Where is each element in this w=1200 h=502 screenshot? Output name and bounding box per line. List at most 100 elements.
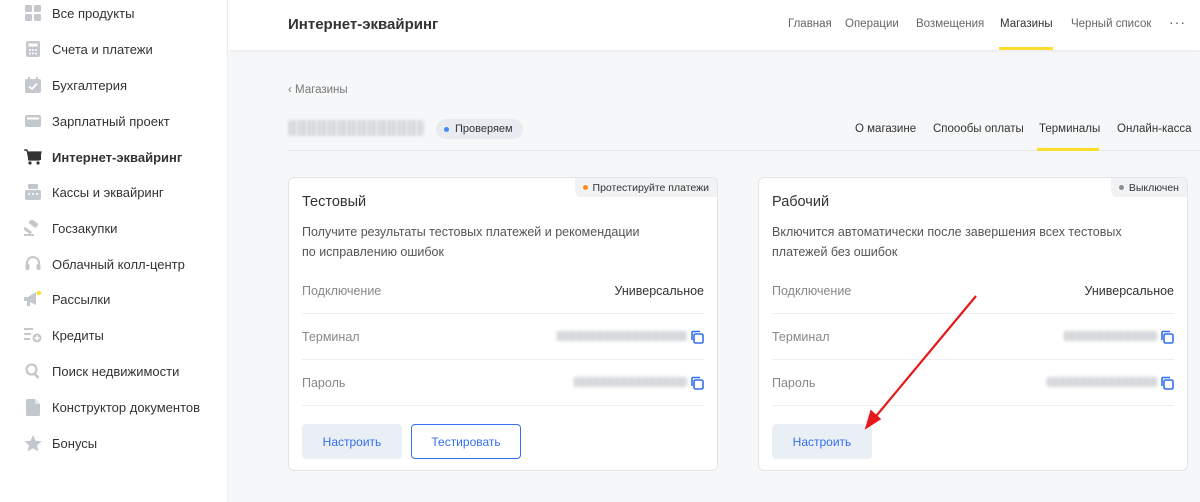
sidebar-item-mailings[interactable]: Рассылки xyxy=(0,281,228,317)
star-icon xyxy=(24,434,42,452)
card-description-line: по исправлению ошибок xyxy=(302,245,444,259)
terminal-value-redacted xyxy=(557,331,687,341)
sidebar-item-credits[interactable]: Кредиты xyxy=(0,317,228,353)
cart-icon xyxy=(24,148,42,166)
copy-icon[interactable] xyxy=(1160,376,1174,390)
card-description-line: Получите результаты тестовых платежей и … xyxy=(302,225,640,239)
sidebar-item-all-products[interactable]: Все продукты xyxy=(0,0,228,31)
card-title: Тестовый xyxy=(302,194,367,210)
nav-tab-refunds[interactable]: Возмещения xyxy=(916,18,984,30)
page-title: Интернет-эквайринг xyxy=(288,16,439,33)
connection-label: Подключение xyxy=(302,284,382,298)
status-dot-icon xyxy=(582,185,588,190)
configure-button[interactable]: Настроить xyxy=(302,424,402,459)
more-menu-icon[interactable]: ··· xyxy=(1169,14,1186,30)
card-status-label: Выключен xyxy=(1128,181,1179,194)
card-status-label: Протестируйте платежи xyxy=(592,181,709,194)
password-value-redacted xyxy=(574,377,687,387)
sidebar-item-label: Бонусы xyxy=(52,435,98,451)
breadcrumb-back-to-shops[interactable]: ‹ Магазины xyxy=(288,84,348,96)
sidebar-item-label: Облачный колл-центр xyxy=(52,256,185,272)
search-icon xyxy=(24,362,42,380)
nav-tab-home[interactable]: Главная xyxy=(788,18,832,30)
sidebar-item-label: Бухгалтерия xyxy=(52,77,128,93)
credit-list-icon xyxy=(24,326,42,344)
terminal-card-test: Протестируйте платежи Тестовый Получите … xyxy=(288,177,718,471)
sidebar-item-label: Зарплатный проект xyxy=(52,113,170,129)
copy-icon[interactable] xyxy=(1160,330,1174,344)
password-label: Пароль xyxy=(302,376,346,390)
card-description: Получите результаты тестовых платежей и … xyxy=(302,222,662,262)
connection-value: Универсальное xyxy=(614,284,704,298)
calendar-check-icon xyxy=(24,76,42,94)
sidebar-item-salary[interactable]: Зарплатный проект xyxy=(0,103,228,139)
terminal-card-production: Выключен Рабочий Включится автоматически… xyxy=(758,177,1188,471)
sidebar-item-label: Кассы и эквайринг xyxy=(52,184,164,200)
sidebar-item-internet-acquiring[interactable]: Интернет-эквайринг xyxy=(0,139,228,175)
terminal-row: Терминал xyxy=(302,314,704,360)
cash-register-icon xyxy=(24,183,42,201)
card-description-line: платежей без ошибок xyxy=(772,245,898,259)
subtab-terminals[interactable]: Терминалы xyxy=(1039,123,1100,135)
active-subtab-indicator xyxy=(1037,148,1099,151)
status-dot-icon xyxy=(444,126,449,132)
password-row: Пароль xyxy=(772,360,1174,406)
sidebar-item-public-procurement[interactable]: Госзакупки xyxy=(0,210,228,246)
sidebar-item-invoices[interactable]: Счета и платежи xyxy=(0,31,228,67)
sidebar-item-real-estate-search[interactable]: Поиск недвижимости xyxy=(0,353,228,389)
card-description: Включится автоматически после завершения… xyxy=(772,222,1132,262)
password-row: Пароль xyxy=(302,360,704,406)
password-label: Пароль xyxy=(772,376,816,390)
sidebar-item-label: Поиск недвижимости xyxy=(52,363,180,379)
sidebar-item-bonuses[interactable]: Бонусы xyxy=(0,425,228,461)
grid-icon xyxy=(24,4,42,22)
sidebar-item-label: Интернет-эквайринг xyxy=(52,149,183,165)
configure-button[interactable]: Настроить xyxy=(772,424,872,459)
shop-name-redacted xyxy=(288,120,424,136)
sidebar-item-label: Все продукты xyxy=(52,5,135,21)
gavel-icon xyxy=(24,219,42,237)
sidebar-item-accounting[interactable]: Бухгалтерия xyxy=(0,67,228,103)
sidebar-item-label: Госзакупки xyxy=(52,220,118,236)
nav-tab-blacklist[interactable]: Черный список xyxy=(1071,18,1151,30)
megaphone-icon xyxy=(24,290,42,308)
sidebar-item-cash-registers[interactable]: Кассы и эквайринг xyxy=(0,174,228,210)
card-status-badge: Выключен xyxy=(1110,178,1187,197)
sidebar-item-label: Счета и платежи xyxy=(52,41,153,57)
document-icon xyxy=(24,398,42,416)
sidebar-item-label: Кредиты xyxy=(52,327,104,343)
copy-icon[interactable] xyxy=(690,330,704,344)
status-dot-icon xyxy=(1118,185,1124,190)
active-tab-indicator xyxy=(999,47,1053,50)
nav-tab-shops[interactable]: Магазины xyxy=(1000,18,1053,30)
sidebar-item-document-builder[interactable]: Конструктор документов xyxy=(0,389,228,425)
subtab-about-shop[interactable]: О магазине xyxy=(855,123,916,135)
terminal-value-redacted xyxy=(1064,331,1157,341)
connection-value: Универсальное xyxy=(1084,284,1174,298)
sidebar-item-label: Конструктор документов xyxy=(52,399,201,415)
shop-status-label: Проверяем xyxy=(455,123,513,135)
sidebar-item-call-center[interactable]: Облачный колл-центр xyxy=(0,246,228,282)
subtab-payment-methods[interactable]: Споообы оплаты xyxy=(933,123,1024,135)
wallet-icon xyxy=(24,112,42,130)
terminal-label: Терминал xyxy=(302,330,360,344)
terminal-row: Терминал xyxy=(772,314,1174,360)
sidebar: Все продукты Счета и платежи Бухгалтерия… xyxy=(0,0,228,502)
subtab-online-cashbox[interactable]: Онлайн-касса xyxy=(1117,123,1192,135)
connection-row: Подключение Универсальное xyxy=(302,268,704,314)
connection-row: Подключение Универсальное xyxy=(772,268,1174,314)
card-description-line: Включится автоматически после завершения… xyxy=(772,225,1122,239)
card-title: Рабочий xyxy=(772,194,830,210)
shop-status-badge: Проверяем xyxy=(436,119,523,139)
password-value-redacted xyxy=(1047,377,1157,387)
card-status-badge: Протестируйте платежи xyxy=(574,178,717,197)
copy-icon[interactable] xyxy=(690,376,704,390)
terminal-label: Терминал xyxy=(772,330,830,344)
sidebar-item-label: Рассылки xyxy=(52,291,111,307)
headset-icon xyxy=(24,255,42,273)
connection-label: Подключение xyxy=(772,284,852,298)
top-bar: Интернет-эквайринг Главная Операции Возм… xyxy=(228,0,1200,50)
calculator-icon xyxy=(24,40,42,58)
test-button[interactable]: Тестировать xyxy=(411,424,521,459)
nav-tab-operations[interactable]: Операции xyxy=(845,18,899,30)
